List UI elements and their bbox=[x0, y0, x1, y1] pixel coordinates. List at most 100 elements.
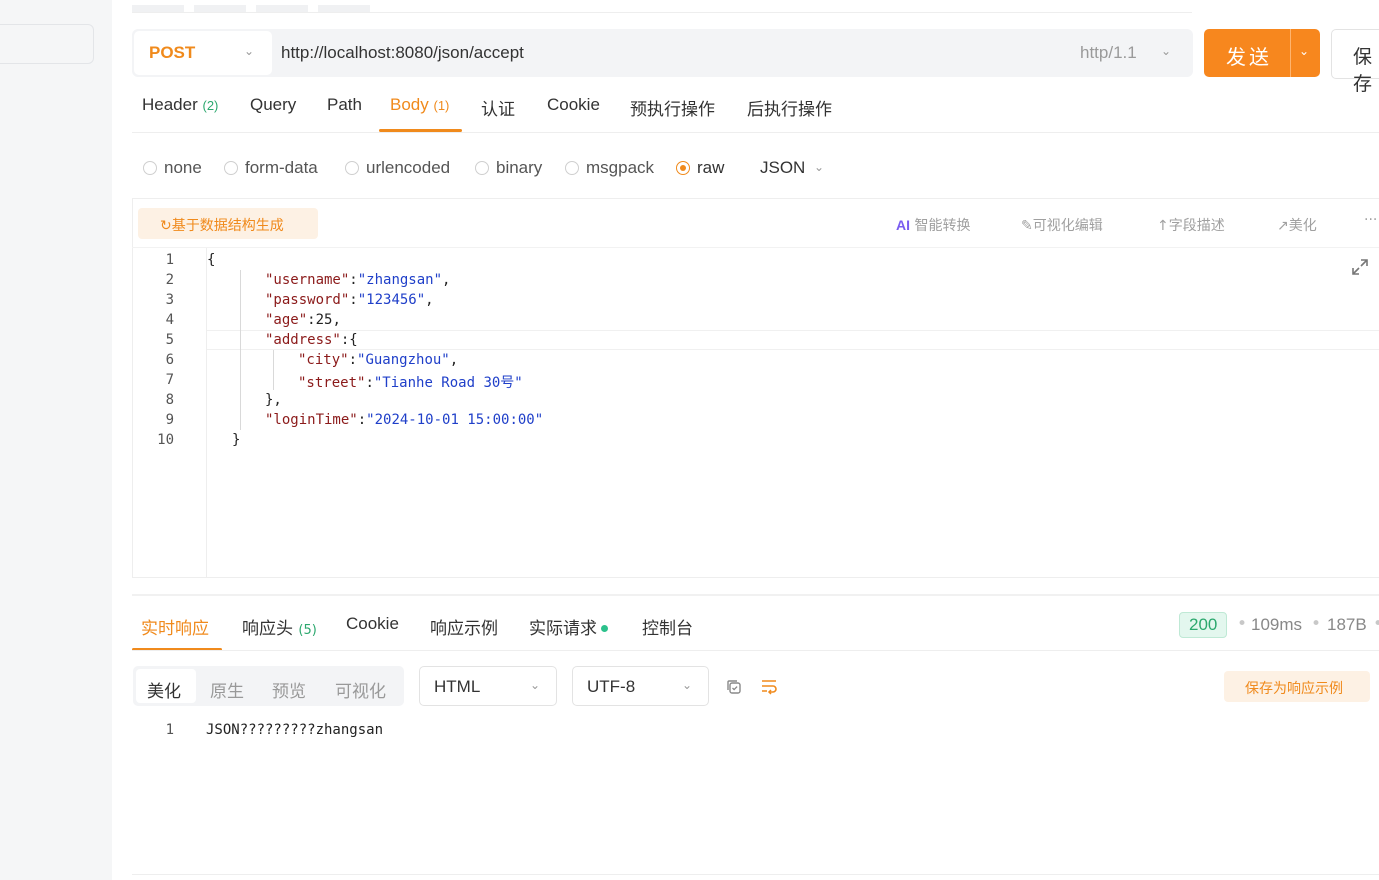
expand-icon[interactable] bbox=[1350, 257, 1370, 277]
bottom-divider bbox=[132, 874, 1379, 875]
ai-convert-button[interactable]: AI 智能转换 bbox=[896, 215, 970, 235]
tab-body[interactable]: Body (1) bbox=[390, 95, 449, 115]
tab-console[interactable]: 控制台 bbox=[642, 614, 693, 639]
line-number: 4 bbox=[165, 312, 174, 328]
tab-cookie[interactable]: Cookie bbox=[547, 95, 600, 115]
tab-path[interactable]: Path bbox=[327, 95, 362, 115]
view-mode-visual[interactable]: 可视化 bbox=[335, 677, 386, 702]
chevron-down-icon: ⌄ bbox=[530, 678, 541, 692]
code-line: }, bbox=[265, 392, 282, 408]
top-tab-3[interactable] bbox=[256, 5, 308, 12]
tab-header[interactable]: Header (2) bbox=[142, 95, 218, 115]
code-line: "age":25, bbox=[265, 312, 341, 328]
line-number: 1 bbox=[165, 252, 174, 268]
edit-icon: ✎ bbox=[1021, 218, 1033, 234]
sidebar-search-box[interactable] bbox=[0, 24, 94, 64]
raw-format-select[interactable]: JSON bbox=[760, 158, 805, 178]
radio-circle-icon bbox=[565, 161, 579, 175]
radio-form-data[interactable]: form-data bbox=[224, 158, 318, 178]
radio-none[interactable]: none bbox=[143, 158, 202, 178]
response-time: 109ms bbox=[1251, 615, 1303, 634]
line-number: 10 bbox=[157, 432, 174, 448]
content-type-label: HTML bbox=[434, 677, 481, 696]
url-input[interactable]: http://localhost:8080/json/accept bbox=[281, 43, 524, 63]
line-number: 6 bbox=[165, 352, 174, 368]
tab-query[interactable]: Query bbox=[250, 95, 296, 115]
view-mode-preview[interactable]: 预览 bbox=[272, 677, 306, 702]
save-button-label: 保存 bbox=[1353, 46, 1373, 95]
method-label: POST bbox=[149, 43, 196, 62]
tab-response-cookie[interactable]: Cookie bbox=[346, 614, 399, 634]
view-mode-beautify[interactable]: 美化 bbox=[147, 677, 181, 702]
status-dot-icon bbox=[601, 625, 608, 632]
line-number: 8 bbox=[165, 392, 174, 408]
radio-circle-icon bbox=[224, 161, 238, 175]
current-line-highlight bbox=[207, 330, 1379, 350]
send-options-chevron-icon[interactable]: ⌄ bbox=[1299, 44, 1309, 58]
top-tab-4[interactable] bbox=[318, 5, 370, 12]
radio-urlencoded[interactable]: urlencoded bbox=[345, 158, 450, 178]
wand-icon: ↗ bbox=[1277, 218, 1289, 234]
code-line: "street":"Tianhe Road 30号" bbox=[298, 375, 523, 391]
editor-toolbar-divider bbox=[132, 247, 1379, 248]
editor-gutter-divider bbox=[206, 248, 207, 578]
indent-guide bbox=[273, 350, 274, 390]
visual-edit-button[interactable]: ✎可视化编辑 bbox=[1021, 215, 1103, 235]
top-tab-1[interactable] bbox=[132, 5, 184, 12]
tab-pre-script[interactable]: 预执行操作 bbox=[630, 95, 715, 120]
status-code: 200 bbox=[1189, 615, 1218, 634]
view-mode-raw[interactable]: 原生 bbox=[210, 677, 244, 702]
copy-icon[interactable] bbox=[725, 678, 743, 696]
tab-post-script[interactable]: 后执行操作 bbox=[747, 95, 832, 120]
tab-response-headers[interactable]: 响应头 (5) bbox=[242, 614, 317, 639]
radio-circle-icon bbox=[345, 161, 359, 175]
save-as-example-label: 保存为响应示例 bbox=[1245, 681, 1343, 697]
send-divider bbox=[1290, 29, 1291, 77]
tab-auth[interactable]: 认证 bbox=[481, 95, 515, 120]
line-number: 9 bbox=[165, 412, 174, 428]
response-tabs-divider bbox=[132, 650, 1379, 651]
response-body-line: JSON?????????zhangsan bbox=[206, 722, 384, 738]
meta-separator: • bbox=[1373, 614, 1379, 634]
radio-circle-icon bbox=[475, 161, 489, 175]
field-description-button[interactable]: ↑字段描述 bbox=[1157, 215, 1225, 235]
encoding-label: UTF-8 bbox=[587, 677, 636, 696]
left-sidebar bbox=[0, 0, 112, 880]
send-button-label: 发送 bbox=[1226, 45, 1272, 69]
refresh-icon: ↻ bbox=[160, 218, 172, 234]
tab-live-response[interactable]: 实时响应 bbox=[141, 614, 209, 639]
generate-from-schema-label: ↻基于数据结构生成 bbox=[160, 218, 284, 234]
top-tab-strip bbox=[132, 0, 1192, 13]
beautify-button[interactable]: ↗美化 bbox=[1277, 215, 1317, 235]
radio-binary[interactable]: binary bbox=[475, 158, 542, 178]
tab-response-example[interactable]: 响应示例 bbox=[430, 614, 498, 639]
line-number: 2 bbox=[165, 272, 174, 288]
chevron-down-icon: ⌄ bbox=[814, 160, 825, 174]
response-line-number: 1 bbox=[165, 722, 174, 738]
code-line: { bbox=[207, 252, 216, 268]
word-wrap-icon[interactable] bbox=[760, 678, 778, 696]
radio-checked-icon bbox=[676, 161, 690, 175]
indent-guide bbox=[240, 270, 241, 430]
code-line: } bbox=[232, 432, 241, 448]
line-number: 5 bbox=[165, 332, 174, 348]
meta-separator: • bbox=[1311, 614, 1322, 634]
radio-msgpack[interactable]: msgpack bbox=[565, 158, 654, 178]
chevron-down-icon: ⌄ bbox=[682, 678, 693, 692]
radio-raw[interactable]: raw bbox=[676, 158, 724, 178]
line-number: 3 bbox=[165, 292, 174, 308]
code-line: "address":{ bbox=[265, 332, 358, 348]
more-options-icon[interactable]: ··· bbox=[1364, 212, 1377, 228]
response-size: 187B bbox=[1327, 615, 1367, 634]
meta-separator: • bbox=[1237, 614, 1248, 634]
line-number: 7 bbox=[165, 372, 174, 388]
code-line: "password":"123456", bbox=[265, 292, 434, 308]
protocol-select[interactable]: http/1.1 bbox=[1080, 43, 1137, 63]
code-line: "username":"zhangsan", bbox=[265, 272, 451, 288]
code-line: "city":"Guangzhou", bbox=[298, 352, 459, 368]
top-tab-2[interactable] bbox=[194, 5, 246, 12]
tabs-divider bbox=[132, 132, 1379, 133]
tab-actual-request[interactable]: 实际请求 bbox=[529, 614, 608, 639]
upload-icon: ↑ bbox=[1157, 218, 1169, 234]
ai-icon: AI bbox=[896, 217, 910, 233]
